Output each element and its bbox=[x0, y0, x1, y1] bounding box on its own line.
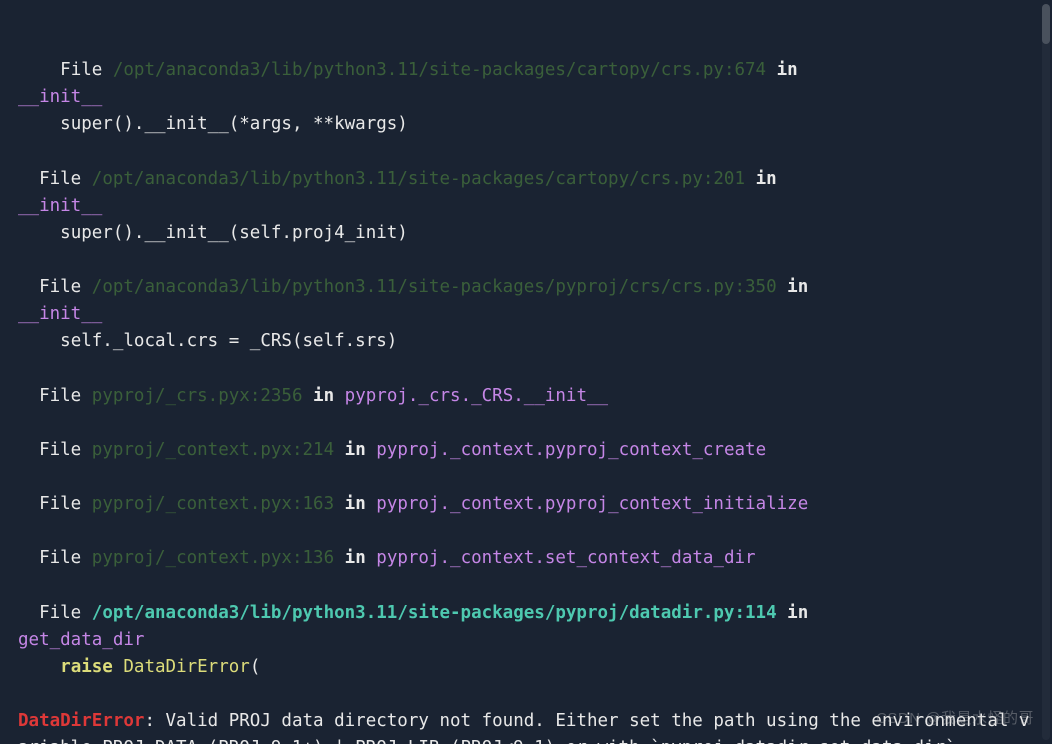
error-sep: : bbox=[144, 711, 165, 731]
traceback-path: /opt/anaconda3/lib/python3.11/site-packa… bbox=[113, 60, 766, 80]
traceback-in-kw: in bbox=[777, 60, 798, 80]
traceback-path: /opt/anaconda3/lib/python3.11/site-packa… bbox=[92, 169, 745, 189]
traceback-file-kw: File bbox=[60, 60, 102, 80]
traceback-in-kw: in bbox=[313, 386, 334, 406]
traceback-func: get_data_dir bbox=[18, 630, 144, 650]
traceback-file-kw: File bbox=[39, 386, 81, 406]
traceback-code: super().__init__(*args, **kwargs) bbox=[60, 114, 408, 134]
traceback-file-kw: File bbox=[39, 169, 81, 189]
exception-class: DataDirError bbox=[123, 657, 249, 677]
traceback-code: super().__init__(self.proj4_init) bbox=[60, 223, 408, 243]
error-name: DataDirError bbox=[18, 711, 144, 731]
traceback-file-kw: File bbox=[39, 548, 81, 568]
traceback-func: pyproj._crs._CRS.__init__ bbox=[345, 386, 608, 406]
traceback-in-kw: in bbox=[345, 548, 366, 568]
traceback-func: pyproj._context.set_context_data_dir bbox=[376, 548, 755, 568]
traceback-in-kw: in bbox=[787, 277, 808, 297]
traceback-code: ( bbox=[250, 657, 261, 677]
terminal-output: File /opt/anaconda3/lib/python3.11/site-… bbox=[0, 0, 1052, 744]
traceback-path: /opt/anaconda3/lib/python3.11/site-packa… bbox=[92, 277, 777, 297]
traceback-path: pyproj/_crs.pyx:2356 bbox=[92, 386, 303, 406]
watermark: CSDN @我是水怪的哥 bbox=[876, 707, 1034, 728]
traceback-in-kw: in bbox=[787, 603, 808, 623]
traceback-in-kw: in bbox=[345, 440, 366, 460]
traceback-file-kw: File bbox=[39, 494, 81, 514]
raise-kw: raise bbox=[60, 657, 113, 677]
traceback-file-kw: File bbox=[39, 440, 81, 460]
traceback-path: pyproj/_context.pyx:214 bbox=[92, 440, 334, 460]
traceback-func: pyproj._context.pyproj_context_initializ… bbox=[376, 494, 808, 514]
traceback-func: pyproj._context.pyproj_context_create bbox=[376, 440, 766, 460]
traceback-file-kw: File bbox=[39, 277, 81, 297]
traceback-path: pyproj/_context.pyx:136 bbox=[92, 548, 334, 568]
traceback-func: __init__ bbox=[18, 196, 102, 216]
traceback-path: /opt/anaconda3/lib/python3.11/site-packa… bbox=[92, 603, 777, 623]
traceback-func: __init__ bbox=[18, 304, 102, 324]
traceback-func: __init__ bbox=[18, 87, 102, 107]
scrollbar-thumb[interactable] bbox=[1042, 4, 1050, 44]
traceback-in-kw: in bbox=[345, 494, 366, 514]
traceback-file-kw: File bbox=[39, 603, 81, 623]
scrollbar-track[interactable] bbox=[1042, 4, 1050, 740]
traceback-in-kw: in bbox=[756, 169, 777, 189]
traceback-path: pyproj/_context.pyx:163 bbox=[92, 494, 334, 514]
traceback-code: self._local.crs = _CRS(self.srs) bbox=[60, 331, 397, 351]
